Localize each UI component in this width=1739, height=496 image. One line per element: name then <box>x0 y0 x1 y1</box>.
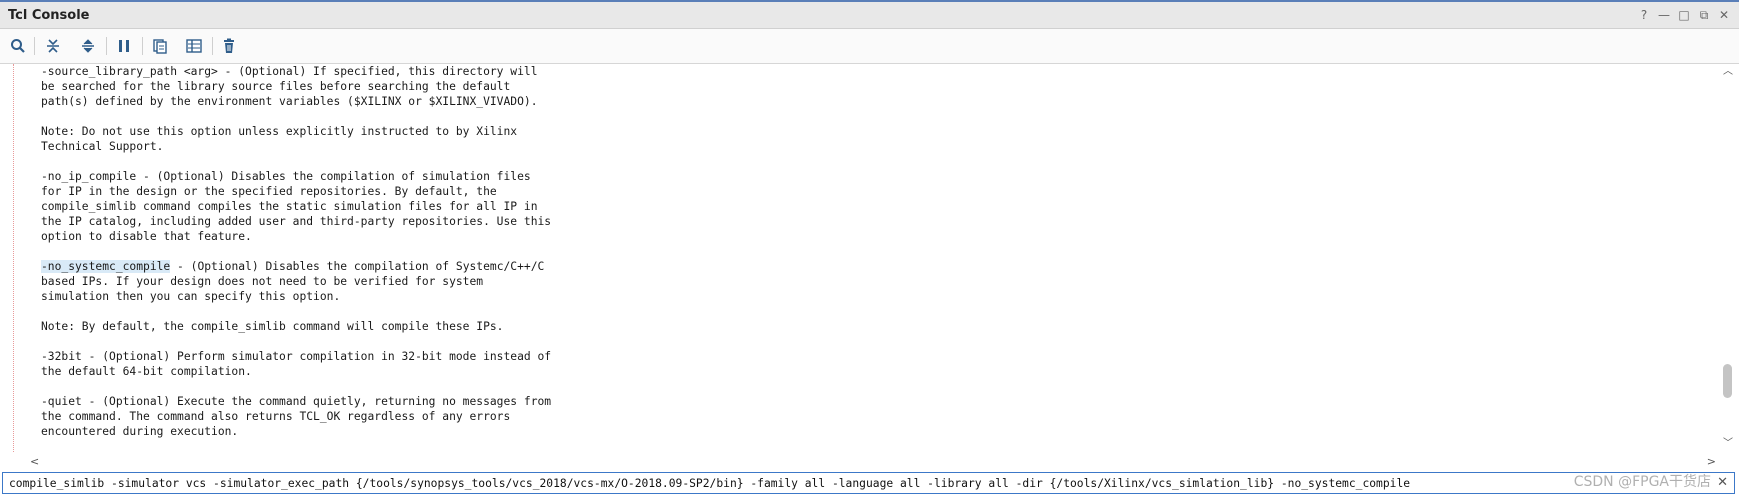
console-line-text: - (Optional) Disables the compilation of… <box>170 260 545 273</box>
console-line-text: Note: Do not use this option unless expl… <box>41 125 518 138</box>
console-line-text: -32bit - (Optional) Perform simulator co… <box>41 350 552 363</box>
toolbar-separator <box>142 37 143 55</box>
scroll-up-icon[interactable]: ︿ <box>1722 66 1734 78</box>
console-line-text: -quiet - (Optional) Execute the command … <box>41 395 552 408</box>
toolbar-separator <box>106 37 107 55</box>
vertical-scrollbar[interactable]: ︿ ﹀ <box>1717 64 1739 452</box>
console-line: path(s) defined by the environment varia… <box>41 94 551 109</box>
close-icon[interactable]: ✕ <box>1717 7 1731 23</box>
console-gutter <box>13 64 14 452</box>
console-line: -32bit - (Optional) Perform simulator co… <box>41 349 551 364</box>
copy-icon[interactable] <box>148 35 172 57</box>
console-line: -no_ip_compile - (Optional) Disables the… <box>41 169 551 184</box>
console-line-text: the command. The command also returns TC… <box>41 410 511 423</box>
window-controls: ? — □ ⧉ ✕ <box>1637 7 1731 23</box>
console-line: Note: By default, the compile_simlib com… <box>41 319 551 334</box>
console-line: the command. The command also returns TC… <box>41 409 551 424</box>
console-line-text: Technical Support. <box>41 140 164 153</box>
command-bar: ✕ <box>2 472 1735 494</box>
console-line: simulation then you can specify this opt… <box>41 289 551 304</box>
console-line-text: -no_ip_compile - (Optional) Disables the… <box>41 170 531 183</box>
console-line-text: Note: By default, the compile_simlib com… <box>41 320 504 333</box>
console-line-text: simulation then you can specify this opt… <box>41 290 341 303</box>
tcl-console-window: Tcl Console ? — □ ⧉ ✕ -source_library_pa… <box>0 0 1739 496</box>
console-line: option to disable that feature. <box>41 229 551 244</box>
scroll-right-icon[interactable]: > <box>1707 455 1716 468</box>
console-line: Technical Support. <box>41 139 551 154</box>
console-line: for IP in the design or the specified re… <box>41 184 551 199</box>
toolbar-separator <box>212 37 213 55</box>
search-icon[interactable] <box>6 35 30 57</box>
console-line: -no_systemc_compile - (Optional) Disable… <box>41 259 551 274</box>
collapse-all-icon[interactable] <box>41 35 65 57</box>
console-line: -source_library_path <arg> - (Optional) … <box>41 64 551 79</box>
console-line-text: for IP in the design or the specified re… <box>41 185 497 198</box>
vertical-scroll-thumb[interactable] <box>1723 364 1732 398</box>
console-line-text: the default 64-bit compilation. <box>41 365 252 378</box>
scroll-left-icon[interactable]: < <box>30 455 39 468</box>
float-icon[interactable]: ⧉ <box>1697 7 1711 23</box>
console-line-text: path(s) defined by the environment varia… <box>41 95 538 108</box>
console-output[interactable]: -source_library_path <arg> - (Optional) … <box>0 64 1716 452</box>
clear-input-icon[interactable]: ✕ <box>1717 475 1728 491</box>
console-line-text: based IPs. If your design does not need … <box>41 275 484 288</box>
console-line-text: compile_simlib command compiles the stat… <box>41 200 538 213</box>
console-line-text: encountered during execution. <box>41 425 239 438</box>
console-line-text: be searched for the library source files… <box>41 80 511 93</box>
console-line: the default 64-bit compilation. <box>41 364 551 379</box>
horizontal-scrollbar[interactable]: < > <box>0 452 1716 472</box>
console-line: encountered during execution. <box>41 424 551 439</box>
highlighted-option: -no_systemc_compile <box>41 260 171 273</box>
expand-all-icon[interactable] <box>76 35 100 57</box>
minimize-icon[interactable]: — <box>1657 7 1671 23</box>
trash-icon[interactable] <box>217 35 241 57</box>
help-icon[interactable]: ? <box>1637 7 1651 23</box>
console-line-text: the IP catalog, including added user and… <box>41 215 552 228</box>
console-line-text: -source_library_path <arg> - (Optional) … <box>41 65 538 78</box>
console-line: compile_simlib command compiles the stat… <box>41 199 551 214</box>
maximize-icon[interactable]: □ <box>1677 7 1691 23</box>
scroll-down-icon[interactable]: ﹀ <box>1722 438 1734 450</box>
toolbar-separator <box>34 37 35 55</box>
console-line: Note: Do not use this option unless expl… <box>41 124 551 139</box>
window-title: Tcl Console <box>8 8 90 23</box>
title-bar: Tcl Console ? — □ ⧉ ✕ <box>0 0 1739 29</box>
tcl-command-input[interactable] <box>9 473 1699 493</box>
console-line: based IPs. If your design does not need … <box>41 274 551 289</box>
columns-icon[interactable] <box>182 35 206 57</box>
console-text: -source_library_path <arg> - (Optional) … <box>41 64 551 439</box>
console-line: be searched for the library source files… <box>41 79 551 94</box>
console-line: the IP catalog, including added user and… <box>41 214 551 229</box>
console-toolbar <box>0 29 1739 64</box>
console-line: -quiet - (Optional) Execute the command … <box>41 394 551 409</box>
pause-icon[interactable] <box>112 35 136 57</box>
watermark: CSDN @FPGA干货店 <box>1573 474 1711 490</box>
console-line-text: option to disable that feature. <box>41 230 252 243</box>
